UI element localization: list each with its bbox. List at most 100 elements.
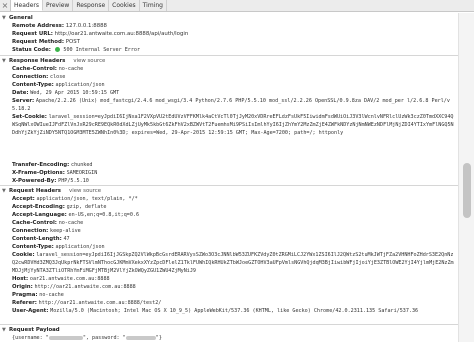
section-request-headers: ▼ Request Headers view source [0, 187, 458, 195]
header-key: Cache-Control: [12, 66, 57, 72]
header-key: Host: [12, 276, 29, 282]
header-value: close [50, 74, 66, 80]
payload-row: {username: " ", password: " "} [12, 334, 456, 342]
header-key: X-Frame-Options: [12, 170, 65, 176]
header-value: laravel_session=eyJpdiI6IjJGSkpZQ2VlWkpB… [12, 252, 454, 274]
expand-triangle-icon[interactable]: ▼ [2, 15, 9, 21]
section-divider [0, 185, 458, 186]
header-value: application/json, text/plain, */* [36, 196, 138, 202]
header-value: en-US,en;q=0.8,it;q=0.6 [68, 212, 140, 218]
section-general-header[interactable]: ▼ General [0, 14, 458, 22]
header-key: Content-Type: [12, 82, 54, 88]
section-title: Response Headers [9, 58, 66, 64]
header-key: Content-Type: [12, 244, 54, 250]
header-value: oar21.antwaite.com.au:8888 [29, 276, 110, 282]
header-key: Cookie: [12, 252, 35, 258]
header-row: Status Code: 500 Internal Server Error [12, 46, 456, 54]
section-divider [0, 55, 458, 56]
close-icon[interactable]: × [0, 0, 11, 11]
header-row: Content-Length: 47 [12, 235, 456, 243]
expand-triangle-icon[interactable]: ▼ [2, 188, 9, 194]
vertical-scrollbar[interactable] [458, 13, 474, 342]
header-value: 47 [63, 236, 70, 242]
header-value: laravel_session=eyJpdiI6IjNxa1F2VXpVU2tE… [12, 114, 454, 136]
tab-headers[interactable]: Headers [11, 0, 43, 11]
header-key: Pragma: [12, 292, 38, 298]
header-value: no-cache [58, 66, 84, 72]
section-request-payload-header[interactable]: ▼ Request Payload [0, 326, 458, 334]
view-source-link[interactable]: view source [69, 188, 101, 194]
header-key: X-Powered-By: [12, 178, 57, 184]
payload-middle: ", password: " [82, 335, 126, 341]
header-value: Mozilla/5.0 (Macintosh; Intel Mac OS X 1… [50, 308, 419, 314]
header-row: Connection: keep-alive [12, 227, 456, 235]
expand-triangle-icon[interactable]: ▼ [2, 327, 9, 333]
header-row: Transfer-Encoding: chunked [12, 161, 456, 169]
header-key: Connection: [12, 74, 49, 80]
section-divider [0, 324, 458, 325]
header-value: http://oar21.antwaite.com.au:8888 [34, 284, 136, 290]
header-value: PHP/5.5.10 [58, 178, 89, 184]
header-value: application/json [55, 82, 105, 88]
header-key: Content-Length: [12, 236, 62, 242]
header-value: no-cache [58, 220, 84, 226]
header-key: Accept: [12, 196, 35, 202]
header-value: http://oar21.antwaite.com.au:8888/api/au… [54, 31, 189, 37]
header-row: Accept-Language: en-US,en;q=0.8,it;q=0.6 [12, 211, 456, 219]
tab-preview[interactable]: Preview [43, 0, 74, 11]
section-title: Request Payload [9, 327, 60, 333]
section-response-headers: ▼ Response Headers view source [0, 57, 458, 65]
payload-prefix: {username: " [12, 335, 49, 341]
header-row: Cache-Control: no-cache [12, 219, 456, 227]
header-key: Status Code: [12, 47, 51, 53]
view-source-link[interactable]: view source [73, 58, 105, 64]
header-value: http://oar21.antwaite.com.au:8888/test2/ [38, 300, 162, 306]
header-value: gzip, deflate [66, 204, 107, 210]
header-row: Pragma: no-cache [12, 291, 456, 299]
header-row: Request URL: http://oar21.antwaite.com.a… [12, 30, 456, 38]
header-row: Set-Cookie: laravel_session=eyJpdiI6IjNx… [12, 113, 456, 153]
header-key: Request URL: [12, 31, 53, 37]
header-row: Cache-Control: no-cache [12, 65, 456, 73]
header-key: Connection: [12, 228, 49, 234]
redacted-password [125, 335, 156, 340]
tab-timing[interactable]: Timing [140, 0, 167, 11]
header-value: SAMEORIGIN [66, 170, 98, 176]
status-dot-icon [54, 47, 60, 52]
header-row: Server: Apache/2.2.26 (Unix) mod_fastcgi… [12, 97, 456, 113]
header-key: User-Agent: [12, 308, 49, 314]
redacted-username [48, 335, 83, 340]
header-value: POST [65, 39, 80, 45]
tab-response[interactable]: Response [73, 0, 110, 11]
headers-panel: ▼ General Remote Address: 127.0.0.1:8888… [0, 13, 458, 342]
section-title: Request Headers [9, 188, 62, 194]
header-row: Connection: close [12, 73, 456, 81]
header-row: Host: oar21.antwaite.com.au:8888 [12, 275, 456, 283]
section-request-headers-header[interactable]: ▼ Request Headers view source [0, 187, 458, 195]
header-key: Server: [12, 98, 35, 104]
header-value: 127.0.0.1:8888 [65, 23, 107, 29]
header-row: Content-Type: application/json [12, 243, 456, 251]
payload-suffix: "} [155, 335, 162, 341]
status-code-value: 500 Internal Server Error [63, 47, 141, 53]
header-value: Apache/2.2.26 (Unix) mod_fastcgi/2.4.6 m… [12, 98, 450, 112]
header-row: Cookie: laravel_session=eyJpdiI6IjJGSkpZ… [12, 251, 456, 275]
header-value: chunked [71, 162, 93, 168]
header-value: Wed, 29 Apr 2015 10:59:15 GMT [30, 90, 120, 96]
header-row: Date: Wed, 29 Apr 2015 10:59:15 GMT [12, 89, 456, 97]
header-row: Accept-Encoding: gzip, deflate [12, 203, 456, 211]
header-row: Accept: application/json, text/plain, */… [12, 195, 456, 203]
header-key: Remote Address: [12, 23, 65, 29]
header-key: Accept-Encoding: [12, 204, 65, 210]
header-key: Request Method: [12, 39, 64, 45]
section-title: General [9, 15, 33, 21]
header-key: Transfer-Encoding: [12, 162, 70, 168]
tab-cookies[interactable]: Cookies [109, 0, 140, 11]
section-request-payload: ▼ Request Payload [0, 326, 458, 334]
section-response-headers-header[interactable]: ▼ Response Headers view source [0, 57, 458, 65]
expand-triangle-icon[interactable]: ▼ [2, 58, 9, 64]
header-row: Remote Address: 127.0.0.1:8888 [12, 22, 456, 30]
header-key: Cache-Control: [12, 220, 57, 226]
scrollbar-thumb[interactable] [463, 163, 471, 218]
header-key: Date: [12, 90, 29, 96]
